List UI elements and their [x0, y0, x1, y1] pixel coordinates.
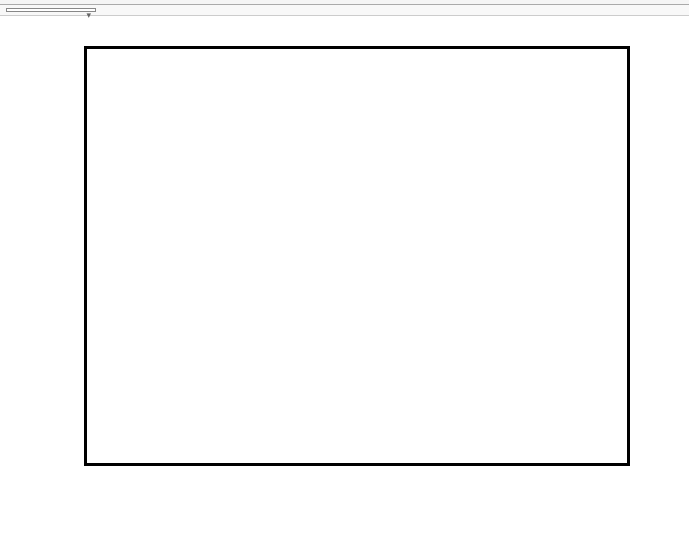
row-headers — [0, 16, 24, 466]
formula-bar — [0, 5, 689, 16]
digits-header — [84, 16, 630, 46]
sudoku-board[interactable] — [84, 46, 630, 466]
spreadsheet-grid — [0, 16, 689, 466]
name-box[interactable] — [6, 8, 96, 12]
